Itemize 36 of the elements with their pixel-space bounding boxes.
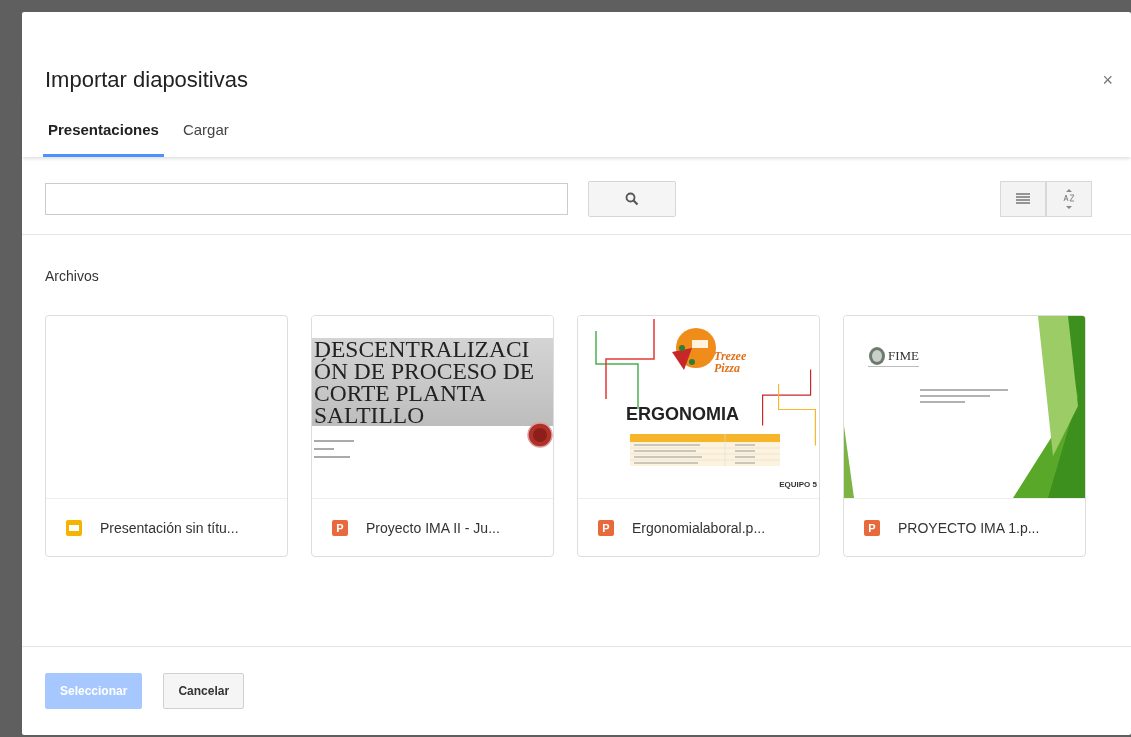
powerpoint-file-icon: P	[332, 519, 348, 536]
tab[interactable]: Presentaciones	[43, 113, 164, 157]
list-icon	[1015, 193, 1031, 205]
logo-text: Pizza	[714, 362, 741, 374]
file-name: Proyecto IMA II - Ju...	[366, 519, 500, 536]
cancel-button[interactable]: Cancelar	[163, 673, 245, 709]
logo-text: Trezee	[714, 350, 747, 362]
close-button[interactable]: ×	[1098, 69, 1117, 91]
slide-title-line: ÓN DE PROCESO DE	[314, 360, 535, 382]
dialog-title: Importar diapositivas	[45, 67, 248, 93]
sort-button[interactable]	[1046, 181, 1092, 217]
file-name: PROYECTO IMA 1.p...	[898, 519, 1040, 536]
powerpoint-file-icon: P	[864, 519, 880, 536]
search-button[interactable]	[588, 181, 676, 217]
sort-az-icon	[1062, 189, 1076, 209]
powerpoint-file-icon: P	[598, 519, 614, 536]
search-field[interactable]	[45, 183, 568, 215]
file-card[interactable]: FIME P PROYECTO IMA 1.p...	[843, 315, 1086, 557]
file-card[interactable]: Presentación sin títu...	[45, 315, 288, 557]
seal-icon	[527, 422, 553, 448]
slide-title-line: SALTILLO	[314, 404, 426, 426]
file-name: Ergonomialaboral.p...	[632, 519, 766, 536]
section-label: Archivos	[45, 268, 99, 284]
list-view-button[interactable]	[1000, 181, 1046, 217]
file-card[interactable]: DESCENTRALIZACI ÓN DE PROCESO DE CORTE PLANTA SALTILLO P Proyecto IMA II - Ju...	[311, 315, 554, 557]
crest-icon	[868, 346, 886, 366]
file-name: Presentación sin títu...	[100, 519, 239, 536]
search-icon	[625, 192, 639, 206]
slide-title-line: CORTE PLANTA	[314, 382, 488, 404]
slide-title: ERGONOMIA	[626, 404, 739, 425]
slides-file-icon	[66, 519, 82, 536]
logo-text: FIME	[888, 348, 920, 364]
file-card[interactable]: Trezee Pizza ERGONOMIA EQUIPO 5 P Ergonomialaboral.p...	[577, 315, 820, 557]
slide-title-line: DESCENTRALIZACI	[314, 338, 531, 360]
slide-footer-text: EQUIPO 5	[779, 480, 817, 489]
tab[interactable]: Cargar	[177, 113, 234, 157]
